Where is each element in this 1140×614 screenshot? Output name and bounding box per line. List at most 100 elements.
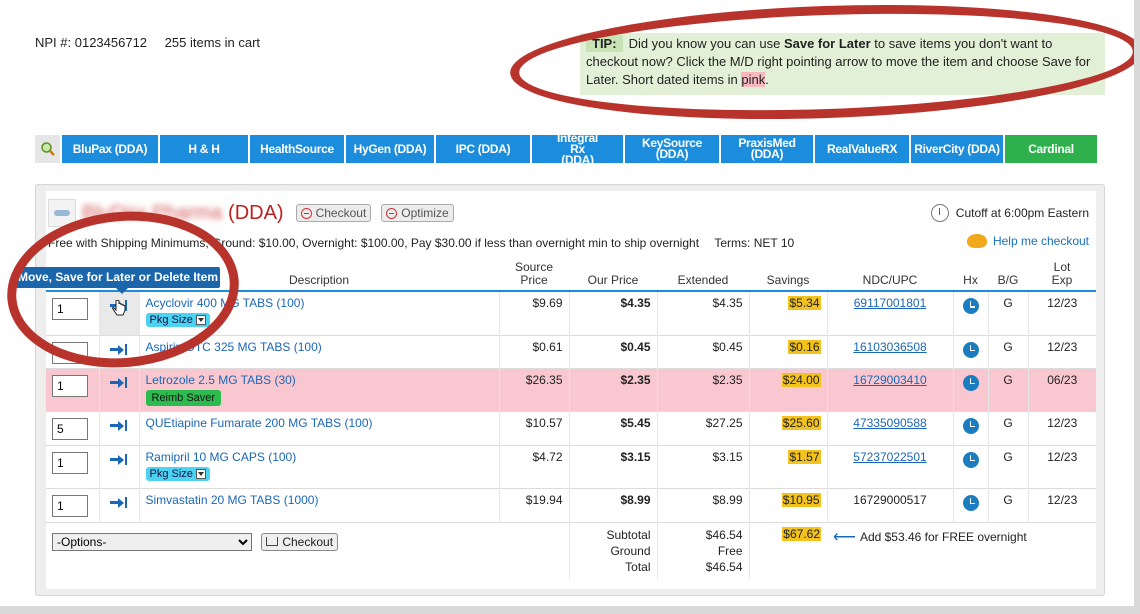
savings-value: $0.16 bbox=[788, 339, 821, 354]
cart-table: Description Source Price Our Price Extend… bbox=[46, 261, 1096, 579]
tab-rivercity[interactable]: RiverCity (DDA) bbox=[911, 135, 1005, 163]
lot-exp: 06/23 bbox=[1027, 367, 1096, 411]
brand-generic: G bbox=[987, 410, 1028, 445]
col-source-price: Source Price bbox=[499, 261, 569, 292]
table-row: Simvastatin 20 MG TABS (1000) $19.94 $8.… bbox=[46, 487, 1096, 522]
tip-bold: Save for Later bbox=[783, 36, 871, 51]
move-item-button[interactable] bbox=[98, 444, 139, 488]
footer-checkout-label: Checkout bbox=[282, 534, 334, 549]
product-link[interactable]: QUEtiapine Fumarate 200 MG TABS (100) bbox=[146, 416, 373, 430]
cutoff-time: Cutoff at 6:00pm Eastern bbox=[930, 204, 1089, 222]
clock-icon bbox=[930, 204, 949, 222]
tab-blupax[interactable]: BluPax (DDA) bbox=[62, 135, 160, 163]
product-link[interactable]: Aspirin OTC 325 MG TABS (100) bbox=[146, 340, 322, 354]
move-item-button[interactable] bbox=[98, 410, 139, 445]
tab-integral-rx[interactable]: Integral Rx (DDA) bbox=[532, 132, 625, 166]
product-link[interactable]: Acyclovir 400 MG TABS (100) bbox=[146, 296, 305, 310]
vendor-header: BluDirx Pharma (DDA) Checkout Optimize bbox=[48, 199, 454, 227]
ndc-link[interactable]: 69117001801 bbox=[854, 296, 927, 310]
col-lot-exp: Lot Exp bbox=[1028, 261, 1096, 292]
tip-text-1: Did you know you can use bbox=[628, 36, 784, 51]
ndc-link[interactable]: 16103036508 bbox=[853, 340, 926, 354]
download-icon bbox=[195, 315, 206, 325]
quantity-input[interactable] bbox=[52, 341, 88, 364]
product-link[interactable]: Letrozole 2.5 MG TABS (30) bbox=[146, 373, 296, 387]
source-price: $26.35 bbox=[498, 367, 569, 411]
product-link[interactable]: Simvastatin 20 MG TABS (1000) bbox=[146, 493, 319, 507]
footer-checkout-button[interactable]: Checkout bbox=[261, 532, 339, 551]
col-extended: Extended bbox=[657, 261, 749, 292]
vendor-checkout-label: Checkout bbox=[315, 206, 367, 220]
brand-generic: G bbox=[987, 444, 1028, 488]
tip-pink: pink bbox=[741, 72, 766, 87]
move-item-button[interactable] bbox=[98, 334, 139, 368]
brand-generic: G bbox=[987, 487, 1028, 522]
source-price: $19.94 bbox=[498, 487, 569, 522]
lot-exp: 12/23 bbox=[1027, 290, 1096, 335]
source-price: $10.57 bbox=[498, 410, 569, 445]
tab-praxismed[interactable]: PraxisMed (DDA) bbox=[721, 135, 815, 163]
tab-ipc[interactable]: IPC (DDA) bbox=[436, 135, 532, 163]
tab-search[interactable] bbox=[35, 135, 62, 163]
ndc-value: 16729000517 bbox=[826, 487, 953, 522]
pkg-size-button[interactable]: Pkg Size bbox=[145, 313, 210, 327]
ndc-link[interactable]: 16729003410 bbox=[853, 373, 926, 387]
col-ndc: NDC/UPC bbox=[827, 261, 953, 292]
history-clock-icon[interactable] bbox=[962, 451, 979, 468]
optimize-button[interactable]: Optimize bbox=[381, 204, 454, 222]
col-hx: Hx bbox=[953, 261, 988, 292]
savings-value: $5.34 bbox=[788, 296, 821, 310]
col-our-price: Our Price bbox=[569, 261, 657, 292]
history-clock-icon[interactable] bbox=[962, 417, 979, 434]
savings-value: $25.60 bbox=[781, 415, 821, 430]
vendor-checkout-button[interactable]: Checkout bbox=[295, 204, 372, 222]
header-info: NPI #: 0123456712 255 items in cart bbox=[35, 35, 260, 50]
remove-icon bbox=[386, 207, 398, 219]
lot-exp: 12/23 bbox=[1027, 410, 1096, 445]
ground-value: Free bbox=[717, 543, 743, 558]
tab-hh[interactable]: H & H bbox=[160, 135, 250, 163]
table-row: Aspirin OTC 325 MG TABS (100) $0.61 $0.4… bbox=[46, 334, 1096, 368]
move-item-button[interactable] bbox=[98, 487, 139, 522]
move-arrow-icon bbox=[108, 342, 130, 358]
vendor-suffix: (DDA) bbox=[228, 201, 284, 224]
tab-healthsource[interactable]: HealthSource bbox=[250, 135, 346, 163]
tab-realvaluerx[interactable]: RealValueRX bbox=[815, 135, 911, 163]
quantity-input[interactable] bbox=[52, 494, 88, 517]
table-row: QUEtiapine Fumarate 200 MG TABS (100) $1… bbox=[46, 410, 1096, 445]
savings-value: $1.57 bbox=[788, 449, 821, 464]
pkg-size-label: Pkg Size bbox=[149, 467, 193, 480]
table-row: Acyclovir 400 MG TABS (100) Pkg Size $9.6… bbox=[46, 290, 1096, 335]
tab-cardinal[interactable]: Cardinal bbox=[1005, 135, 1097, 163]
options-select[interactable]: -Options- bbox=[52, 533, 252, 551]
cart-count: 255 items in cart bbox=[164, 35, 261, 50]
cart-icon bbox=[266, 537, 279, 546]
tab-hygen[interactable]: HyGen (DDA) bbox=[346, 135, 436, 163]
vendor-tabs: BluPax (DDA) H & H HealthSource HyGen (D… bbox=[35, 132, 1097, 166]
history-clock-icon[interactable] bbox=[962, 341, 979, 358]
lot-exp: 12/23 bbox=[1027, 334, 1096, 368]
tab-keysource[interactable]: KeySource (DDA) bbox=[625, 135, 721, 163]
pkg-size-button[interactable]: Pkg Size bbox=[145, 466, 210, 481]
source-price: $4.72 bbox=[498, 444, 569, 488]
pkg-size-label: Pkg Size bbox=[149, 314, 193, 326]
tip-box: TIP: Did you know you can use Save for La… bbox=[580, 33, 1105, 95]
col-savings: Savings bbox=[749, 261, 827, 292]
ndc-link[interactable]: 57237022501 bbox=[853, 450, 926, 464]
quantity-input[interactable] bbox=[52, 451, 88, 474]
history-clock-icon[interactable] bbox=[962, 298, 979, 314]
help-checkout-link[interactable]: Help me checkout bbox=[966, 234, 1089, 248]
history-clock-icon[interactable] bbox=[962, 494, 979, 511]
quantity-input[interactable] bbox=[52, 298, 88, 320]
move-item-button[interactable] bbox=[98, 367, 139, 411]
shipping-text: Free with Shipping Minimums, Ground: $10… bbox=[48, 236, 700, 250]
terms-text: Terms: NET 10 bbox=[714, 236, 795, 250]
left-arrow-icon: ⟵ bbox=[833, 528, 856, 546]
product-link[interactable]: Ramipril 10 MG CAPS (100) bbox=[146, 450, 297, 464]
download-icon bbox=[195, 468, 206, 479]
quantity-input[interactable] bbox=[52, 374, 88, 397]
ndc-link[interactable]: 47335090588 bbox=[853, 416, 926, 430]
history-clock-icon[interactable] bbox=[962, 374, 979, 391]
quantity-input[interactable] bbox=[52, 417, 88, 440]
remove-icon bbox=[300, 207, 312, 219]
